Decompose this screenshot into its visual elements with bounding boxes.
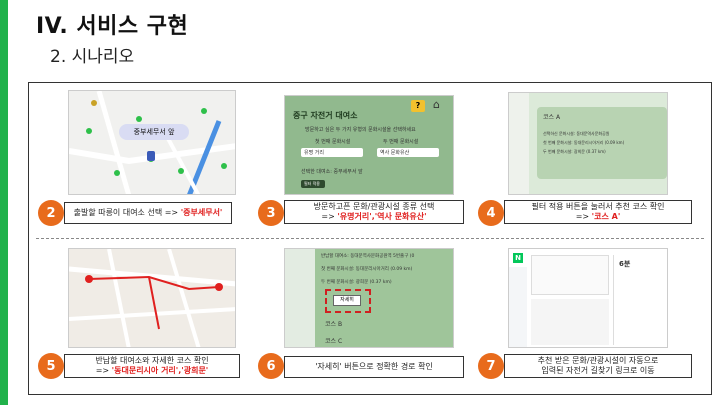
course-a-line2: 첫 번째 문화시설: 동대문리시아거리 (0.09 km) bbox=[543, 140, 625, 145]
map-background bbox=[69, 91, 235, 194]
station-popup-label: 중부세무서 앞 bbox=[133, 128, 175, 136]
course-c-item[interactable]: 코스 C bbox=[325, 336, 342, 345]
map-strip-2 bbox=[285, 249, 315, 347]
filter-apply-label: 필터 적용 bbox=[304, 181, 320, 186]
caption-5-line1: 반납할 대여소와 자세한 코스 확인 bbox=[95, 356, 209, 365]
caption-3-line1: 방문하고픈 문화/관광시설 종류 선택 bbox=[313, 202, 435, 211]
step-badge-6: 6 bbox=[258, 353, 284, 379]
second-facility-label: 두 번째 문화시설 bbox=[383, 139, 419, 145]
second-facility-text: 두 번째 문화시설: 광희문 (0.37 km) bbox=[321, 280, 392, 285]
caption-4-highlight: '코스 A' bbox=[591, 212, 621, 221]
course-a-title: 코스 A bbox=[543, 114, 561, 121]
station-popup[interactable]: 중부세무서 앞 bbox=[119, 124, 189, 140]
caption-6-line1: '자세히' 버튼으로 정확한 경로 확인 bbox=[315, 362, 433, 371]
route-time: 6분 bbox=[619, 260, 631, 268]
step-caption-2: 출발할 따릉이 대여소 선택 => '중부세무서' bbox=[64, 202, 232, 224]
step-badge-4: 4 bbox=[478, 200, 504, 226]
home-icon[interactable]: ⌂ bbox=[433, 98, 447, 112]
caption-4-line1: 필터 적용 버튼을 눌러서 추천 코스 확인 bbox=[531, 202, 665, 211]
filter-apply-button[interactable]: 필터 적용 bbox=[301, 180, 325, 188]
directions-input-panel[interactable] bbox=[531, 255, 609, 295]
help-icon[interactable]: ? bbox=[411, 100, 425, 112]
screenshot-bike-directions: N 6분 bbox=[508, 248, 668, 348]
step-caption-4: 필터 적용 버튼을 눌러서 추천 코스 확인 => '코스 A' bbox=[504, 200, 692, 224]
caption-5-highlight: '동대문리시아 거리','광희문' bbox=[111, 366, 209, 375]
page-title: IV. 서비스 구현 bbox=[36, 14, 189, 39]
caption-2-text: 출발할 따릉이 대여소 선택 => bbox=[73, 208, 179, 217]
step-caption-5: 반납할 대여소와 자세한 코스 확인 => '동대문리시아 거리','광희문' bbox=[64, 354, 240, 378]
naver-logo: N bbox=[513, 253, 523, 263]
first-facility-select[interactable]: 유명 거리 bbox=[301, 148, 363, 157]
caption-2-highlight: '중부세무서' bbox=[180, 208, 223, 217]
caption-3-arrow: => bbox=[321, 212, 335, 221]
side-nav bbox=[509, 267, 527, 347]
return-station-text: 반납할 대여소: 동대문역사문화공원역 5번출구 (0 bbox=[321, 254, 415, 259]
selected-station-text: 선택한 대여소: 중부세무서 앞 bbox=[301, 169, 363, 175]
step-caption-3: 방문하고픈 문화/관광시설 종류 선택 => '유명거리','역사 문화유산' bbox=[284, 200, 464, 224]
step-caption-6: '자세히' 버튼으로 정확한 경로 확인 bbox=[284, 356, 464, 378]
route-list bbox=[531, 299, 609, 345]
step-caption-7: 추천 받은 문화/관광시설이 자동으로 입력된 자전거 길찾기 링크로 이동 bbox=[504, 354, 692, 378]
caption-4-arrow: => bbox=[575, 212, 590, 221]
course-b-item[interactable]: 코스 B bbox=[325, 319, 342, 328]
panel-title: 중구 자전거 대여소 bbox=[293, 111, 358, 120]
map-strip bbox=[509, 93, 529, 194]
detail-button[interactable]: 자세히 bbox=[333, 295, 361, 306]
screenshot-map-select: 중부세무서 앞 bbox=[68, 90, 236, 195]
screenshot-route-map bbox=[68, 248, 236, 348]
route-map bbox=[69, 249, 235, 347]
step-badge-7: 7 bbox=[478, 353, 504, 379]
first-facility-label: 첫 번째 문화시설 bbox=[315, 139, 351, 145]
first-facility-value: 유명 거리 bbox=[304, 150, 324, 156]
course-a-line1: 선택하신 문화시설: 동대문역사문화공원 bbox=[543, 131, 610, 136]
detail-button-label: 자세히 bbox=[340, 297, 354, 303]
caption-7-line1: 추천 받은 문화/관광시설이 자동으로 bbox=[537, 356, 659, 365]
station-marker-icon[interactable] bbox=[147, 151, 155, 161]
caption-3-highlight: '유명거리','역사 문화유산' bbox=[337, 212, 427, 221]
step-badge-2: 2 bbox=[38, 200, 64, 226]
screenshot-course-detail: 반납할 대여소: 동대문역사문화공원역 5번출구 (0 첫 번째 문화시설: 동… bbox=[284, 248, 454, 348]
step-badge-5: 5 bbox=[38, 353, 64, 379]
page-subtitle: 2. 시나리오 bbox=[50, 47, 135, 67]
divider-line bbox=[36, 238, 704, 239]
panel-description: 방문하고 싶은 두 가지 유형의 문화시설을 선택하세요 bbox=[305, 127, 416, 133]
first-facility-text: 첫 번째 문화시설: 동대문리시아거리 (0.09 km) bbox=[321, 267, 413, 272]
second-facility-select[interactable]: 역사 문화유산 bbox=[377, 148, 439, 157]
screenshot-filter-panel: 중구 자전거 대여소 ? ⌂ 방문하고 싶은 두 가지 유형의 문화시설을 선택… bbox=[284, 95, 454, 195]
second-facility-value: 역사 문화유산 bbox=[380, 150, 410, 156]
accent-bar bbox=[0, 0, 8, 405]
step-badge-3: 3 bbox=[258, 200, 284, 226]
caption-5-arrow: => bbox=[95, 366, 110, 375]
screenshot-course-a: 코스 A 선택하신 문화시설: 동대문역사문화공원 첫 번째 문화시설: 동대문… bbox=[508, 92, 668, 195]
caption-7-line2: 입력된 자전거 길찾기 링크로 이동 bbox=[541, 366, 655, 375]
course-a-line3: 두 번째 문화시설: 광희문 (0.37 km) bbox=[543, 149, 606, 154]
